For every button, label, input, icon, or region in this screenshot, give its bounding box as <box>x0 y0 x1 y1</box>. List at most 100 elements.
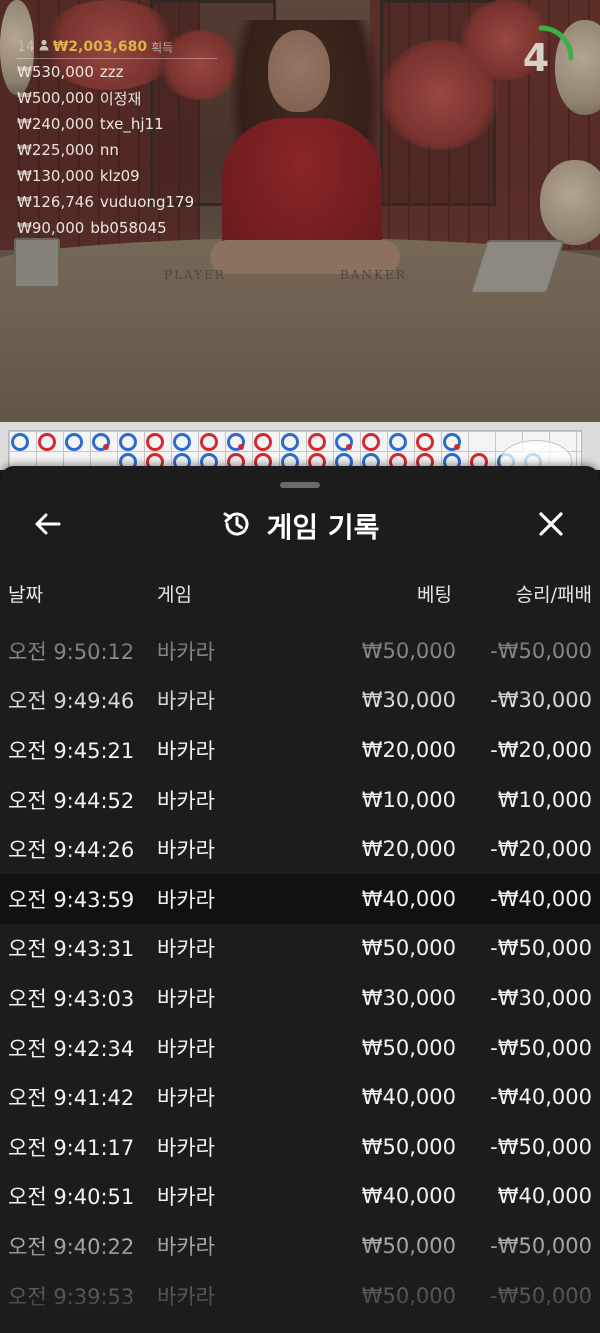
entry-amount: ₩500,000 <box>17 89 94 107</box>
history-row[interactable]: 오전 9:40:22 바카라 ₩50,000 -₩50,000 <box>0 1221 600 1271</box>
history-row[interactable]: 오전 9:44:26 바카라 ₩20,000 -₩20,000 <box>0 824 600 874</box>
bead-player <box>281 433 299 451</box>
bead-banker <box>146 433 164 451</box>
row-game: 바카라 <box>157 1135 215 1160</box>
entry-username: 이정재 <box>99 89 142 108</box>
row-date: 오전 9:45:21 <box>8 738 135 763</box>
bead-player <box>443 433 461 451</box>
row-date: 오전 9:50:12 <box>8 639 135 664</box>
row-bet: ₩20,000 <box>361 737 456 762</box>
bead-player <box>173 433 191 451</box>
row-bet: ₩30,000 <box>361 688 456 713</box>
leaderboard-entry: ₩500,000 이정재 <box>17 85 217 111</box>
history-row[interactable]: 오전 9:43:31 바카라 ₩50,000 -₩50,000 <box>0 924 600 974</box>
row-game: 바카라 <box>157 1234 215 1259</box>
entry-amount: ₩130,000 <box>17 167 94 185</box>
history-row[interactable]: 오전 9:42:34 바카라 ₩50,000 -₩50,000 <box>0 1023 600 1073</box>
row-bet: ₩50,000 <box>361 1233 456 1258</box>
row-date: 오전 9:42:34 <box>8 1036 135 1061</box>
row-game: 바카라 <box>157 887 215 912</box>
bead-player <box>389 433 407 451</box>
bead-player <box>65 433 83 451</box>
entry-username: bb058045 <box>90 219 167 237</box>
row-date: 오전 9:40:22 <box>8 1234 135 1259</box>
row-game: 바카라 <box>157 838 215 863</box>
history-row[interactable]: 오전 9:43:03 바카라 ₩30,000 -₩30,000 <box>0 973 600 1023</box>
history-icon <box>221 508 253 544</box>
entry-amount: ₩530,000 <box>17 63 94 81</box>
back-button[interactable] <box>30 508 66 544</box>
app-root: PLAYER BANKER 14 ₩2,003,680 획득 ₩530,000 z… <box>0 0 600 1333</box>
history-row[interactable]: 오전 9:50:12 바카라 ₩50,000 -₩50,000 <box>0 626 600 676</box>
row-bet: ₩50,000 <box>361 1283 456 1308</box>
row-bet: ₩20,000 <box>361 837 456 862</box>
bead-banker <box>416 433 434 451</box>
row-bet: ₩40,000 <box>361 1184 456 1209</box>
bead-banker <box>308 433 326 451</box>
row-result: -₩30,000 <box>490 688 592 713</box>
column-header-date: 날짜 <box>8 583 43 606</box>
history-row[interactable]: 오전 9:41:42 바카라 ₩40,000 -₩40,000 <box>0 1072 600 1122</box>
row-result: -₩20,000 <box>490 837 592 862</box>
row-game: 바카라 <box>157 689 215 714</box>
leaderboard-entry: ₩225,000 nn <box>17 137 217 163</box>
user-icon <box>39 39 49 55</box>
history-row[interactable]: 오전 9:49:46 바카라 ₩30,000 -₩30,000 <box>0 676 600 726</box>
row-bet: ₩50,000 <box>361 1035 456 1060</box>
sheet-drag-handle[interactable] <box>280 482 320 488</box>
row-result: ₩40,000 <box>497 1184 592 1209</box>
countdown-timer: 4 <box>505 22 577 94</box>
row-date: 오전 9:44:52 <box>8 788 135 813</box>
live-video: PLAYER BANKER 14 ₩2,003,680 획득 ₩530,000 z… <box>0 0 600 422</box>
entry-amount: ₩90,000 <box>17 219 85 237</box>
bead-player <box>92 433 110 451</box>
row-date: 오전 9:49:46 <box>8 689 135 714</box>
row-result: -₩50,000 <box>490 1283 592 1308</box>
row-bet: ₩40,000 <box>361 886 456 911</box>
pair-dot <box>238 444 244 450</box>
row-result: -₩50,000 <box>490 1035 592 1060</box>
row-result: -₩50,000 <box>490 936 592 961</box>
leaderboard-header: 14 ₩2,003,680 획득 <box>17 36 217 59</box>
bead-player <box>335 433 353 451</box>
pair-dot <box>103 444 109 450</box>
pair-dot <box>454 444 460 450</box>
row-game: 바카라 <box>157 1086 215 1111</box>
bead-banker <box>362 433 380 451</box>
entry-amount: ₩126,746 <box>17 193 94 211</box>
history-row[interactable]: 오전 9:45:21 바카라 ₩20,000 -₩20,000 <box>0 725 600 775</box>
leaderboard-count: 14 <box>17 39 35 55</box>
row-date: 오전 9:39:53 <box>8 1284 135 1309</box>
row-bet: ₩50,000 <box>361 1134 456 1159</box>
bead-banker <box>38 433 56 451</box>
history-row[interactable]: 오전 9:40:51 바카라 ₩40,000 ₩40,000 <box>0 1172 600 1222</box>
leaderboard-entry: ₩240,000 txe_hj11 <box>17 111 217 137</box>
sheet-header: 게임 기록 <box>0 496 600 556</box>
row-result: -₩40,000 <box>490 886 592 911</box>
entry-amount: ₩225,000 <box>17 141 94 159</box>
arrow-left-icon <box>33 509 63 543</box>
row-date: 오전 9:43:31 <box>8 937 135 962</box>
row-date: 오전 9:43:59 <box>8 887 135 912</box>
history-row[interactable]: 오전 9:44:52 바카라 ₩10,000 ₩10,000 <box>0 775 600 825</box>
close-button[interactable] <box>533 508 569 544</box>
row-result: ₩10,000 <box>497 787 592 812</box>
close-icon <box>536 509 566 543</box>
leaderboard-entry: ₩90,000 bb058045 <box>17 215 217 241</box>
bead-banker <box>200 433 218 451</box>
history-row[interactable]: 오전 9:39:53 바카라 ₩50,000 -₩50,000 <box>0 1271 600 1321</box>
bead-player <box>227 433 245 451</box>
pair-dot <box>346 444 352 450</box>
column-header-bet: 베팅 <box>417 583 452 606</box>
history-row[interactable]: 오전 9:41:17 바카라 ₩50,000 -₩50,000 <box>0 1122 600 1172</box>
row-date: 오전 9:43:03 <box>8 986 135 1011</box>
row-game: 바카라 <box>157 639 215 664</box>
row-game: 바카라 <box>157 1284 215 1309</box>
leaderboard-list: ₩530,000 zzz ₩500,000 이정재 ₩240,000 txe_hj11 ₩2… <box>17 59 217 241</box>
history-list[interactable]: 오전 9:50:12 바카라 ₩50,000 -₩50,000 오전 9:49:46 바카… <box>0 626 600 1320</box>
row-date: 오전 9:40:51 <box>8 1185 135 1210</box>
history-row[interactable]: 오전 9:43:59 바카라 ₩40,000 -₩40,000 <box>0 873 600 924</box>
entry-username: txe_hj11 <box>99 115 164 133</box>
bead-banker <box>254 433 272 451</box>
winners-leaderboard: 14 ₩2,003,680 획득 ₩530,000 zzz ₩500,000 이정재 ₩… <box>17 36 217 241</box>
